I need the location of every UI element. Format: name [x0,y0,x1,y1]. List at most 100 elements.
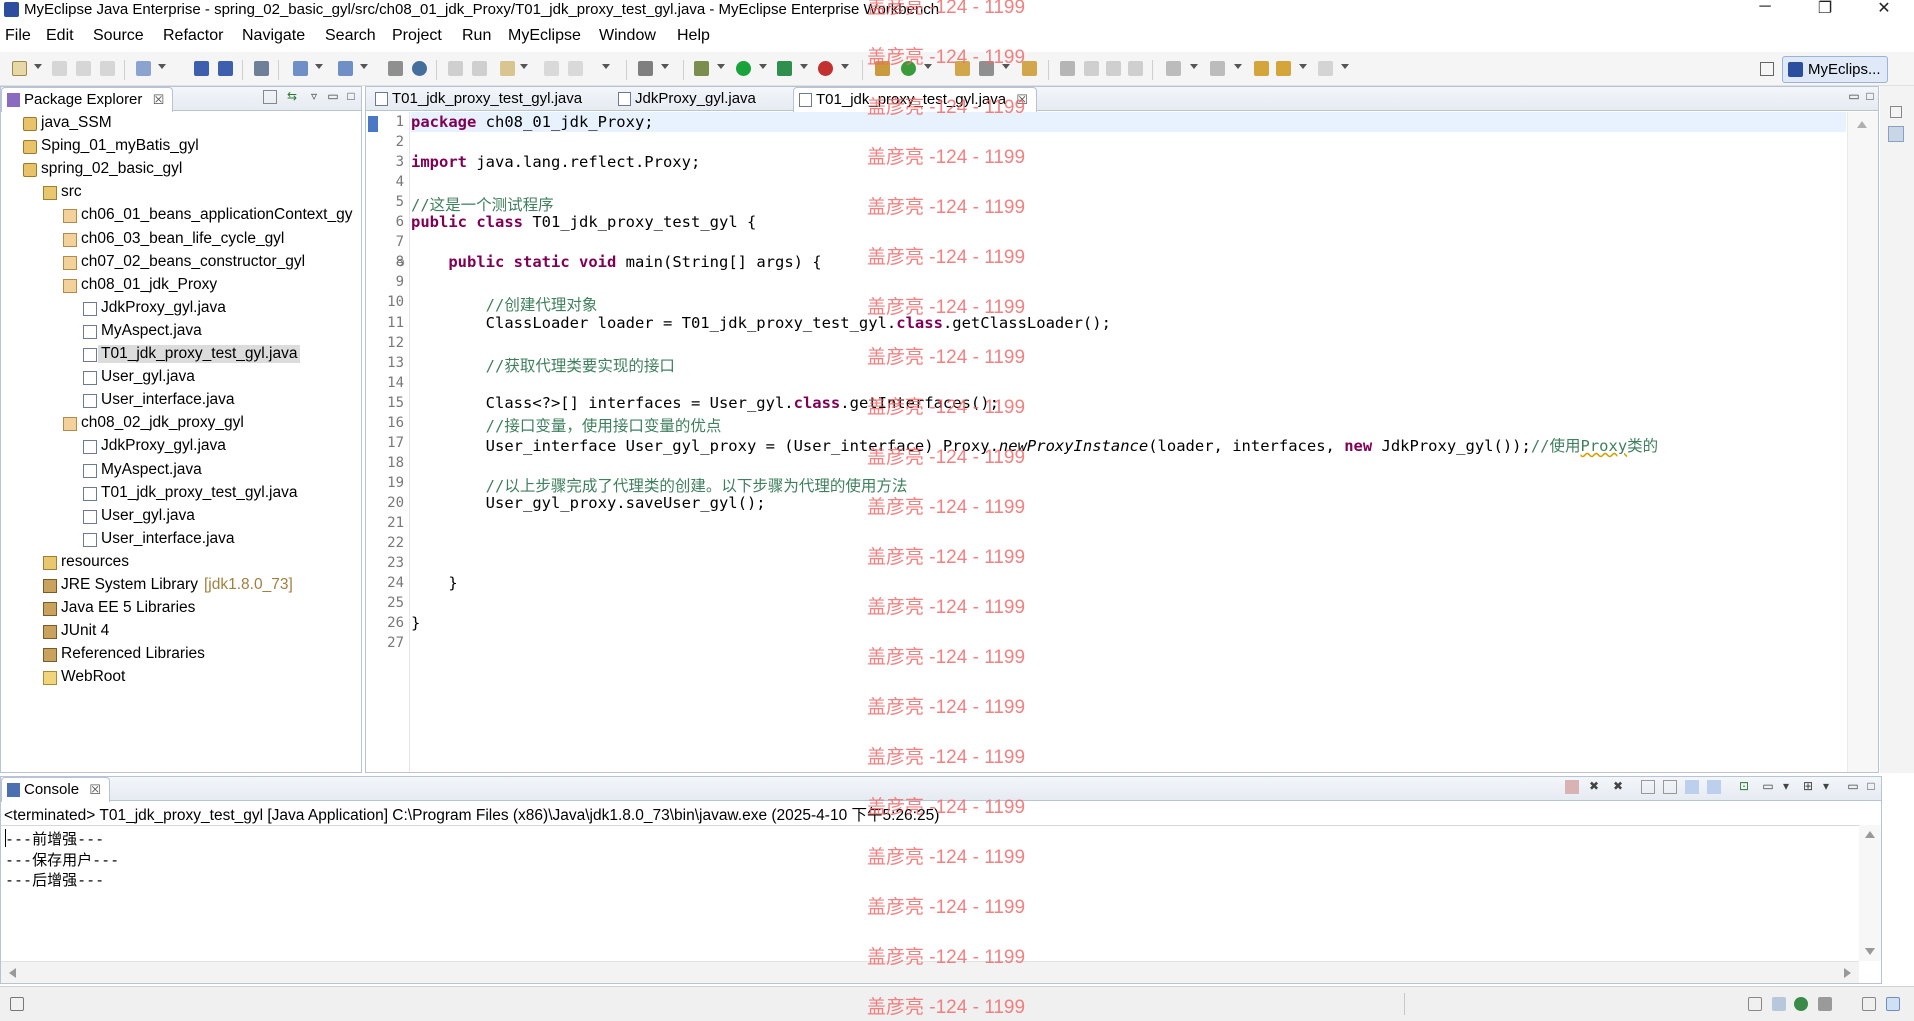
search-view-icon[interactable] [1772,997,1786,1011]
open-project-icon[interactable] [955,61,970,76]
menu-file[interactable]: File [5,27,31,45]
console-vertical-scrollbar[interactable] [1859,825,1881,961]
maximize-view-icon[interactable]: □ [1864,780,1878,794]
mobile-icon[interactable] [544,61,559,76]
tab-console[interactable]: Console ☒ [1,777,110,802]
restore-editor-icon[interactable] [1862,997,1876,1011]
web-service-dropdown-icon[interactable] [602,64,610,69]
menu-run[interactable]: Run [462,27,491,45]
minimize-button[interactable]: ─ [1735,0,1795,20]
last-edit-icon[interactable] [1254,61,1269,76]
new-package-icon[interactable] [875,61,890,76]
console-view-icon[interactable] [1886,997,1900,1011]
editor-vertical-scrollbar[interactable] [1847,112,1878,772]
debug-dropdown-icon[interactable] [717,64,725,69]
new-dropdown-icon[interactable] [34,64,42,69]
run-dropdown-icon[interactable] [759,64,767,69]
new-ejb-project-icon[interactable] [218,61,233,76]
show-on-error-icon[interactable] [1707,780,1721,794]
menu-navigate[interactable]: Navigate [242,27,305,45]
restore-button[interactable]: ❐ [1795,0,1855,20]
back-dropdown-icon[interactable] [1299,64,1307,69]
display-console-icon[interactable]: ▭ [1761,780,1775,794]
forward-dropdown-icon[interactable] [1341,64,1349,69]
menu-help[interactable]: Help [677,27,710,45]
link-editor-icon[interactable]: ⇆ [285,90,299,104]
scroll-lock-icon[interactable] [1663,780,1677,794]
deploy-icon[interactable] [254,61,269,76]
restore-view-icon[interactable] [1890,106,1902,118]
close-button[interactable]: ✕ [1854,0,1914,20]
prev-annotation-dropdown-icon[interactable] [1234,64,1242,69]
scroll-up-icon[interactable] [1865,831,1875,838]
minimize-view-icon[interactable]: ▭ [1847,90,1861,104]
screen-icon[interactable] [638,61,653,76]
edit-icon[interactable] [979,61,994,76]
open-console-dropdown-icon[interactable]: ▾ [1819,780,1833,794]
external-tools-icon[interactable] [818,61,833,76]
block-icon[interactable] [1128,61,1143,76]
code-area[interactable]: package ch08_01_jdk_Proxy; import java.la… [411,112,1846,772]
run-server-icon[interactable] [293,61,308,76]
new-web-project-icon[interactable] [194,61,209,76]
menu-myeclipse[interactable]: MyEclipse [508,27,581,45]
new-file-dropdown-icon[interactable] [520,64,528,69]
web-service-icon[interactable] [568,61,583,76]
editor-tab-t01-jdk-proxy-test-gyl-active[interactable]: T01_jdk_proxy_test_gyl.java ☒ [793,87,1037,112]
terminate-icon[interactable] [1565,780,1579,794]
tasks-view-icon[interactable] [1818,997,1832,1011]
run-server-dropdown-icon[interactable] [315,64,323,69]
minimize-view-icon[interactable]: ▭ [326,90,340,104]
view-menu-icon[interactable]: ▿ [307,90,321,104]
tab-package-explorer[interactable]: Package Explorer ☒ [1,87,174,112]
browser-dropdown-icon[interactable] [360,64,368,69]
globe-icon[interactable] [412,61,427,76]
run-icon[interactable] [736,61,751,76]
back-icon[interactable] [1276,61,1291,76]
minimize-view-icon[interactable]: ▭ [1846,780,1860,794]
console-output[interactable]: ---前增强--- ---保存用户--- ---后增强--- [1,825,1859,961]
perspective-button[interactable]: MyEclips... [1782,56,1888,83]
new-class-dropdown-icon[interactable] [924,64,932,69]
maximize-view-icon[interactable]: □ [1863,90,1877,104]
editor-tab-t01-jdk-proxy-test-gyl[interactable]: T01_jdk_proxy_test_gyl.java [370,87,590,111]
screen-dropdown-icon[interactable] [661,64,669,69]
new-file-icon[interactable] [500,61,515,76]
restore-console-icon[interactable] [1748,997,1762,1011]
show-on-output-icon[interactable] [1685,780,1699,794]
new-class-icon[interactable] [901,61,916,76]
save-all-icon[interactable] [76,61,91,76]
next-annotation-dropdown-icon[interactable] [1190,64,1198,69]
menu-edit[interactable]: Edit [46,27,74,45]
maximize-view-icon[interactable]: □ [344,90,358,104]
refresh-icon[interactable] [388,61,403,76]
menu-window[interactable]: Window [599,27,656,45]
database-icon[interactable] [448,61,463,76]
remove-all-launches-icon[interactable]: ✖ [1611,780,1625,794]
display-console-dropdown-icon[interactable]: ▾ [1779,780,1793,794]
open-console-icon[interactable]: ⊞ [1801,780,1815,794]
next-annotation-icon[interactable] [1166,61,1181,76]
scroll-up-icon[interactable] [1857,121,1867,128]
menu-refactor[interactable]: Refactor [163,27,223,45]
console-horizontal-scrollbar[interactable] [1,961,1859,983]
menu-source[interactable]: Source [93,27,144,45]
print-icon[interactable] [100,61,115,76]
debug-icon[interactable] [694,61,709,76]
servers-view-icon[interactable] [1794,997,1808,1011]
clear-console-icon[interactable] [1641,780,1655,794]
close-icon[interactable]: ☒ [153,92,165,107]
menu-project[interactable]: Project [392,27,442,45]
scroll-down-icon[interactable] [1865,948,1875,955]
scroll-right-icon[interactable] [1844,968,1851,978]
close-icon[interactable]: ☒ [89,782,101,797]
open-perspective-icon[interactable] [1760,62,1774,76]
search-icon[interactable] [1060,61,1075,76]
forward-icon[interactable] [1318,61,1333,76]
edit-dropdown-icon[interactable] [1002,64,1010,69]
open-task-icon[interactable] [1022,61,1037,76]
open-browser-icon[interactable] [338,61,353,76]
pen-icon[interactable] [1084,61,1099,76]
open-type-icon[interactable] [136,61,151,76]
pin-console-icon[interactable]: ⊡ [1737,780,1751,794]
